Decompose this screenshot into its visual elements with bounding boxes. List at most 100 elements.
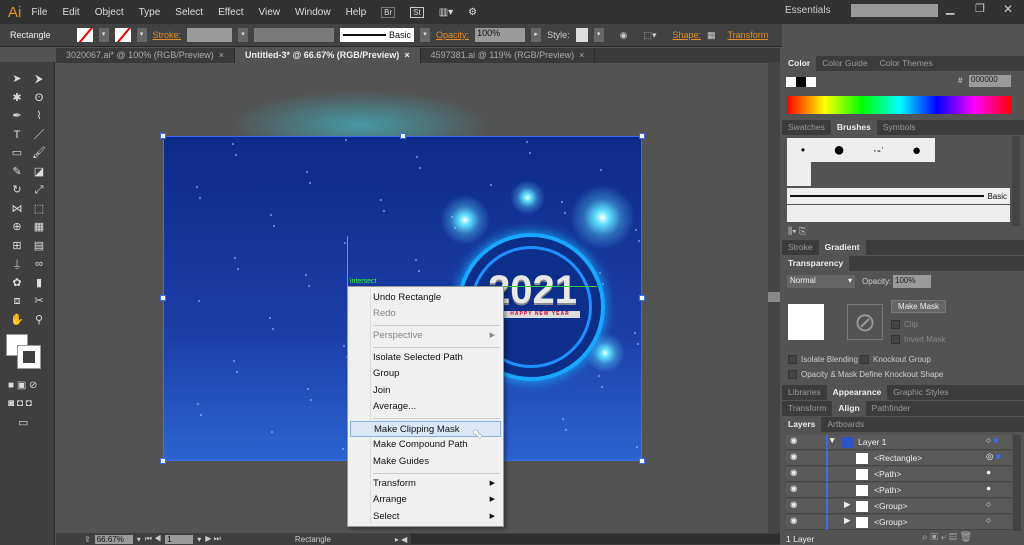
tab-pathfinder[interactable]: Pathfinder	[866, 401, 917, 416]
menu-item-join[interactable]: Join	[348, 383, 503, 399]
direct-selection-tool-icon[interactable]: ⮞	[32, 72, 46, 86]
tab-transform[interactable]: Transform	[782, 401, 832, 416]
gpu-icon[interactable]: ⚙	[468, 7, 477, 18]
artboard-tool-icon[interactable]: ⧈	[10, 294, 24, 308]
artboard-input[interactable]: 1	[165, 534, 194, 544]
share-icon[interactable]: ⇪	[84, 535, 91, 544]
menu-item-perspective[interactable]: Perspective ▶	[348, 328, 503, 344]
blend-mode-select[interactable]: Normal ▾	[787, 275, 855, 288]
tab-color-guide[interactable]: Color Guide	[816, 56, 873, 71]
tab-doc-2[interactable]: Untitled-3* @ 66.67% (RGB/Preview) ×	[234, 48, 421, 63]
hand-tool-icon[interactable]: ✋	[10, 313, 24, 327]
perspective-tool-icon[interactable]: ▦	[32, 220, 46, 234]
artistic-brush[interactable]	[787, 205, 1010, 222]
tab-transparency[interactable]: Transparency	[782, 256, 850, 271]
zoom-input[interactable]: 66.67%	[94, 534, 133, 544]
opacity-label[interactable]: Opacity:	[436, 30, 469, 40]
zoom-dropdown[interactable]: ▾	[137, 535, 141, 544]
tab-graphic-styles[interactable]: Graphic Styles	[887, 385, 954, 400]
invert-mask-checkbox[interactable]: Invert Mask	[891, 335, 945, 345]
lasso-tool-icon[interactable]: ʘ	[32, 91, 46, 105]
menu-item-select[interactable]: Select ▶	[348, 509, 503, 525]
menu-item-redo[interactable]: Redo	[348, 306, 503, 322]
brushes-scrollbar[interactable]	[1012, 136, 1020, 226]
tab-artboards[interactable]: Artboards	[821, 417, 870, 432]
tab-libraries[interactable]: Libraries	[782, 385, 827, 400]
opacity-input[interactable]: 100%	[893, 275, 931, 288]
bridge-icon[interactable]: Br	[381, 6, 396, 18]
make-mask-button[interactable]: Make Mask	[891, 300, 946, 313]
hex-input[interactable]: 000000	[969, 75, 1011, 87]
magic-wand-tool-icon[interactable]: ✱	[10, 91, 24, 105]
pencil-tool-icon[interactable]: ✎	[10, 165, 24, 179]
selection-handle[interactable]	[160, 295, 166, 301]
menu-item-isolate-selected-path[interactable]: Isolate Selected Path	[348, 350, 503, 366]
line-tool-icon[interactable]: ／	[32, 128, 46, 142]
none-swatch[interactable]	[786, 77, 796, 87]
tab-gradient[interactable]: Gradient	[818, 240, 866, 255]
scale-tool-icon[interactable]: ⤢	[32, 183, 46, 197]
layer-row[interactable]: ◉ <Rectangle> ◎ ■	[786, 451, 1012, 466]
tab-color[interactable]: Color	[782, 56, 817, 71]
basic-brush[interactable]: Basic	[787, 188, 1010, 204]
menu-item-average[interactable]: Average...	[348, 399, 503, 415]
tab-swatches[interactable]: Swatches	[782, 120, 831, 135]
gradient-tool-icon[interactable]: ▤	[32, 239, 46, 253]
fill-stroke-icon[interactable]	[6, 334, 42, 370]
stroke-label[interactable]: Stroke:	[153, 30, 182, 40]
curvature-tool-icon[interactable]: ⌇	[32, 109, 46, 123]
mesh-tool-icon[interactable]: ⊞	[10, 239, 24, 253]
symbol-sprayer-tool-icon[interactable]: ✿	[10, 276, 24, 290]
white-swatch[interactable]	[806, 77, 816, 87]
color-spectrum[interactable]	[787, 96, 1012, 114]
tab-stroke[interactable]: Stroke	[782, 240, 819, 255]
zoom-tool-icon[interactable]: ⚲	[32, 313, 46, 327]
arrange-documents-icon[interactable]: ▥▾	[439, 7, 453, 18]
no-mask-icon[interactable]: ⊘	[847, 304, 883, 340]
shape-icon[interactable]: ▦	[707, 30, 716, 41]
next-artboard-button[interactable]: ▶ ⏭	[205, 534, 221, 544]
isolate-blending-checkbox[interactable]: Isolate Blending	[788, 355, 858, 365]
stroke-swatch[interactable]	[114, 28, 131, 42]
selection-tool-icon[interactable]: ➤	[10, 72, 24, 86]
menu-select[interactable]: Select	[175, 7, 203, 18]
selection-handle[interactable]	[400, 133, 406, 139]
status-menu-arrow[interactable]: ▸ ◀	[395, 535, 407, 544]
draw-mode-icons[interactable]: ◙ ◘ ◘	[8, 398, 32, 409]
close-button[interactable]: ✕	[1003, 2, 1013, 16]
selection-handle[interactable]	[160, 458, 166, 464]
width-tool-icon[interactable]: ⋈	[10, 202, 24, 216]
opacity-input[interactable]: 100%	[475, 28, 526, 42]
color-mode-icons[interactable]: ■ ▣ ⊘	[8, 380, 37, 391]
stroke-dropdown[interactable]: ▾	[136, 28, 147, 42]
define-knockout-checkbox[interactable]: Opacity & Mask Define Knockout Shape	[788, 370, 943, 380]
locate-object-icon[interactable]: ⌕ ▣ ⤶ ▤ 🗑	[922, 532, 972, 543]
tab-brushes[interactable]: Brushes	[830, 120, 877, 135]
menu-window[interactable]: Window	[295, 7, 331, 18]
style-swatch[interactable]	[575, 28, 588, 42]
stroke-weight-input[interactable]	[187, 28, 233, 42]
menu-object[interactable]: Object	[95, 7, 124, 18]
menu-help[interactable]: Help	[346, 7, 367, 18]
vertical-scrollbar[interactable]	[768, 62, 780, 533]
layer-row[interactable]: ◉ <Path> ●	[786, 483, 1012, 498]
menu-item-transform[interactable]: Transform ▶	[348, 476, 503, 492]
graph-tool-icon[interactable]: ▮	[32, 276, 46, 290]
menu-item-arrange[interactable]: Arrange ▶	[348, 492, 503, 508]
selection-handle[interactable]	[639, 133, 645, 139]
tab-doc-3[interactable]: 4597381.ai @ 119% (RGB/Preview) ×	[421, 48, 596, 63]
transform-link[interactable]: Transform	[728, 30, 769, 40]
tab-doc-1[interactable]: 3020067.ai* @ 100% (RGB/Preview) ×	[56, 48, 235, 63]
menu-edit[interactable]: Edit	[62, 7, 79, 18]
tab-symbols[interactable]: Symbols	[877, 120, 922, 135]
layers-scrollbar[interactable]	[1013, 435, 1021, 531]
selection-handle[interactable]	[639, 295, 645, 301]
search-input[interactable]	[851, 4, 938, 17]
opacity-arrow[interactable]: ▸	[531, 28, 542, 42]
tab-appearance[interactable]: Appearance	[826, 385, 888, 400]
brush-thumb[interactable]	[787, 162, 811, 186]
free-transform-tool-icon[interactable]: ⬚	[32, 202, 46, 216]
stock-icon[interactable]: St	[410, 6, 424, 18]
artboard-dropdown[interactable]: ▾	[197, 535, 201, 544]
stroke-weight-dropdown[interactable]: ▾	[238, 28, 249, 42]
